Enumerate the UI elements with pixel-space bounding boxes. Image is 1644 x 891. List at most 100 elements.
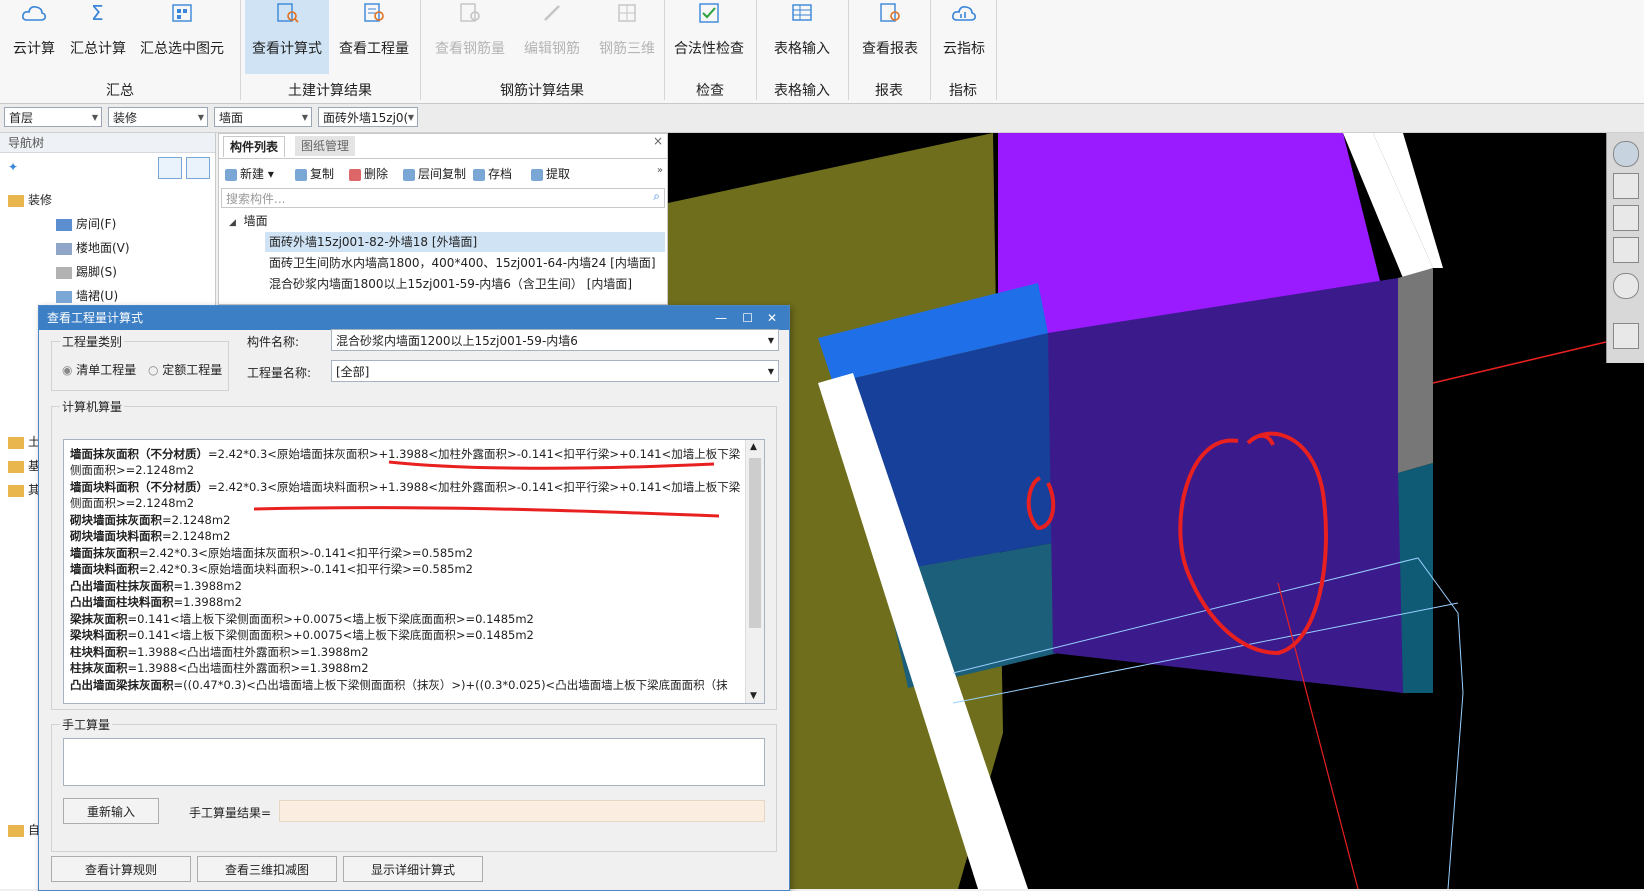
dialog-title: 查看工程量计算式 [47, 311, 144, 325]
radio-list-qty[interactable]: ◉ 清单工程量 [62, 361, 136, 378]
tree-group-wall-surface[interactable]: ◢ 墙面 [229, 212, 268, 229]
group-label-summary: 汇总 [106, 83, 134, 99]
computer-calc-label: 计算机算量 [60, 398, 125, 415]
view-report-button[interactable]: 查看报表 [850, 0, 930, 74]
pin-icon[interactable]: ✦ [8, 160, 18, 174]
view-quantity-formula-dialog: 查看工程量计算式 — ☐ ✕ 工程量类别 ◉ 清单工程量 ○ 定额工程量 构件名… [38, 305, 790, 891]
tree-node-decoration[interactable]: 装修 [8, 191, 52, 208]
svg-text:Σ: Σ [91, 2, 104, 24]
show-detail-formula-button[interactable]: 显示详细计算式 [343, 856, 483, 882]
cube-iso-icon[interactable] [1613, 237, 1639, 263]
tree-node-earthwork[interactable]: 土 [8, 433, 40, 450]
archive-button[interactable]: 存档 [473, 165, 512, 182]
legality-check-button[interactable]: 合法性检查 [666, 0, 752, 74]
new-button[interactable]: 新建 ▾ [225, 165, 274, 182]
floor-copy-button[interactable]: 层间复制 [403, 165, 466, 182]
copy-icon [295, 168, 307, 181]
delete-button[interactable]: 删除 [349, 165, 388, 182]
component-name-select[interactable]: 混合砂浆内墙面1200以上15zj001-59-内墙6 ▼ [331, 329, 779, 351]
scrollbar[interactable]: ▲ ▼ [745, 440, 764, 703]
new-icon [225, 168, 237, 181]
cloud-calc-icon [22, 6, 46, 21]
list-item[interactable]: 面砖卫生间防水内墙高1800，400*400、15zj001-64-内墙24 [… [269, 253, 656, 273]
search-icon[interactable]: ⌕ [653, 189, 660, 204]
edit-rebar-icon [544, 5, 560, 21]
manual-input-area[interactable] [63, 738, 765, 786]
copy-button[interactable]: 复制 [295, 165, 334, 182]
formula-text-area[interactable]: 墙面抹灰面积（不分材质）=2.42*0.3<原始墙面抹灰面积>+1.3988<加… [63, 439, 765, 704]
scroll-down-icon[interactable]: ▼ [750, 691, 757, 701]
filter-bar: 首层 ▼ 装修 ▼ 墙面 ▼ 面砖外墙15zj0(▼ [0, 104, 1644, 133]
group-label-report: 报表 [875, 83, 903, 99]
rotate-icon[interactable] [1613, 273, 1639, 299]
3d-viewport[interactable] [668, 133, 1644, 889]
table-input-button[interactable]: 表格输入 [758, 0, 846, 74]
floor-select[interactable]: 首层 ▼ [4, 107, 102, 127]
maximize-icon[interactable]: ☐ [742, 306, 753, 330]
chevron-down-icon: ▼ [197, 113, 204, 122]
sum-selected-icon [172, 4, 192, 22]
view-quantity-button[interactable]: 查看工程量 [331, 0, 417, 74]
chevron-down-icon: ▼ [767, 367, 774, 376]
close-icon[interactable]: ✕ [767, 306, 777, 330]
view-3d-deduction-button[interactable]: 查看三维扣减图 [197, 856, 337, 882]
qty-name-select[interactable]: [全部] ▼ [331, 360, 779, 382]
list-item[interactable]: 面砖外墙15zj001-82-外墙18 [外墙面] [265, 232, 665, 252]
tree-node-other[interactable]: 其 [8, 481, 40, 498]
group-label-index: 指标 [949, 83, 977, 99]
tree-node-room[interactable]: 房间(F) [56, 215, 116, 232]
minimize-icon[interactable]: — [715, 306, 727, 330]
sigma-icon: Σ [91, 2, 104, 24]
type-select[interactable]: 墙面 ▼ [214, 107, 312, 127]
teal-column [1398, 463, 1433, 693]
radio-quota-qty[interactable]: ○ 定额工程量 [148, 361, 222, 378]
search-box[interactable]: 搜索构件... ⌕ [221, 188, 665, 208]
view-quantity-icon [364, 3, 384, 22]
view-formula-button[interactable]: 查看计算式 [245, 0, 329, 74]
scroll-thumb[interactable] [749, 458, 761, 628]
annotation-underlines [253, 460, 720, 518]
close-icon[interactable]: × [653, 134, 663, 148]
dado-icon [56, 290, 72, 303]
cloud-calc-button[interactable]: 云计算 [4, 0, 64, 74]
reinput-button[interactable]: 重新输入 [63, 798, 159, 824]
category-select[interactable]: 装修 ▼ [108, 107, 208, 127]
extract-button[interactable]: 提取 [531, 165, 570, 182]
sum-selected-button[interactable]: 汇总选中图元 [134, 0, 230, 74]
tree-node-floor[interactable]: 楼地面(V) [56, 239, 130, 256]
cloud-index-button[interactable]: 云指标 [932, 0, 996, 74]
list-item[interactable]: 混合砂浆内墙面1800以上15zj001-59-内墙6（含卫生间） [内墙面] [269, 274, 632, 294]
folder-icon [8, 436, 24, 449]
tree-node-foundation[interactable]: 基 [8, 457, 40, 474]
more-icon[interactable]: » [657, 165, 663, 176]
check-icon [699, 3, 719, 23]
view-calc-rules-button[interactable]: 查看计算规则 [51, 856, 191, 882]
component-select[interactable]: 面砖外墙15zj0(▼ [318, 107, 418, 127]
component-list-panel: 构件列表 图纸管理 × 新建 ▾ 复制 删除 层间复制 存档 提取 » 搜索构件… [218, 133, 668, 305]
view-rebar-button[interactable]: 查看钢筋量 [428, 0, 512, 74]
tab-drawing-manage[interactable]: 图纸管理 [295, 136, 356, 156]
scroll-up-icon[interactable]: ▲ [750, 442, 757, 452]
tree-node-custom[interactable]: 自 [8, 821, 40, 838]
list-view-icon[interactable] [158, 157, 182, 179]
tree-node-dado[interactable]: 墙裙(U) [56, 287, 118, 304]
folder-icon [8, 824, 24, 837]
tab-component-list[interactable]: 构件列表 [223, 136, 286, 157]
layers-icon[interactable] [1613, 323, 1639, 349]
3d-scene [668, 133, 1644, 889]
zoom-scale-icon[interactable] [1613, 173, 1639, 199]
chevron-down-icon: ▼ [301, 113, 308, 122]
chevron-down-icon: ▼ [407, 113, 414, 122]
grid-view-icon[interactable] [186, 157, 210, 179]
report-icon [880, 3, 900, 22]
sum-calc-button[interactable]: Σ 汇总计算 [64, 0, 132, 74]
orbit-icon[interactable] [1613, 141, 1639, 167]
group-separator [996, 0, 997, 100]
cube-front-icon[interactable] [1613, 205, 1639, 231]
tree-node-skirting[interactable]: 踢脚(S) [56, 263, 117, 280]
folder-icon [8, 484, 24, 497]
rebar-3d-button[interactable]: 钢筋三维 [592, 0, 662, 74]
group-label-check: 检查 [696, 83, 724, 99]
table-input-icon [792, 4, 812, 21]
edit-rebar-button[interactable]: 编辑钢筋 [514, 0, 590, 74]
